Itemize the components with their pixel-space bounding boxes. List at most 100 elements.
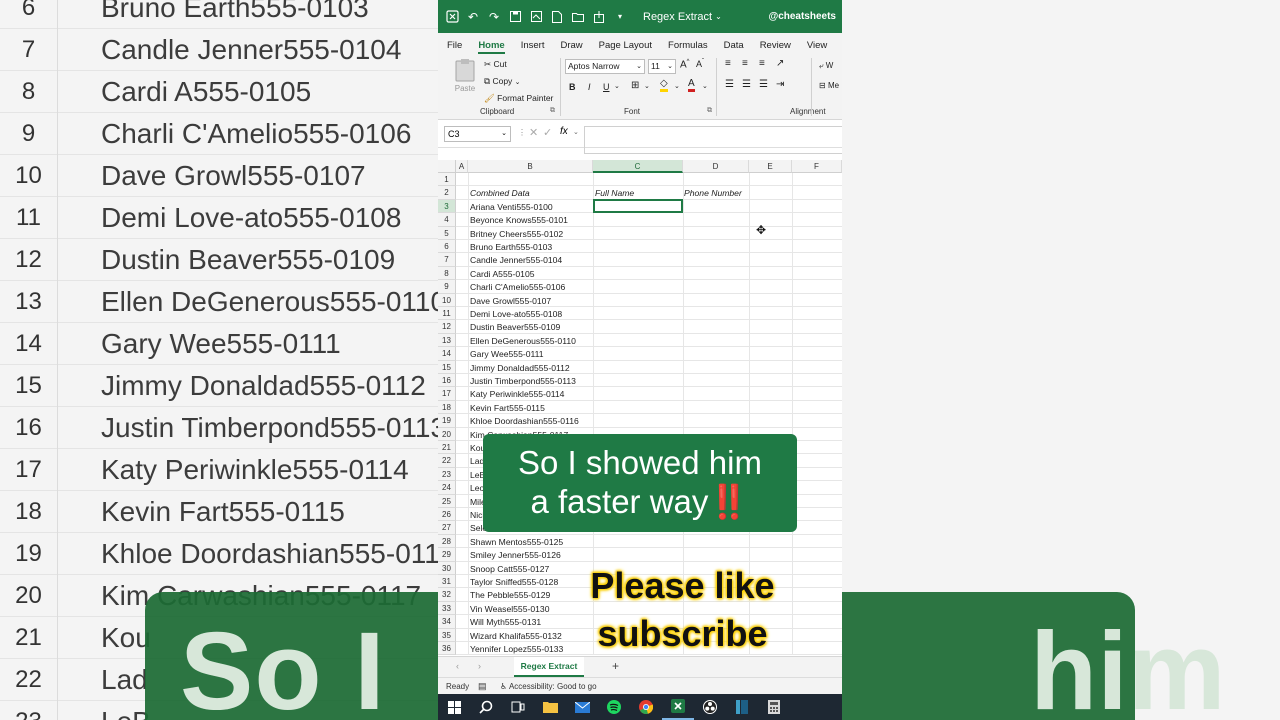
row-header[interactable]: 17 [438, 387, 456, 401]
row-header[interactable]: 25 [438, 494, 456, 508]
combined-data-cell[interactable]: Ellen DeGenerous555-0110 [470, 336, 576, 346]
prev-sheet-icon[interactable]: ‹ [456, 661, 459, 671]
row-header[interactable]: 29 [438, 548, 456, 562]
row-header[interactable]: 9 [438, 280, 456, 294]
italic-button[interactable]: I [588, 82, 591, 92]
paste-button[interactable]: Paste [452, 58, 478, 100]
name-box[interactable]: C3 ⌄ [444, 126, 511, 142]
combined-data-cell[interactable]: Charli C'Amelio555-0106 [470, 282, 565, 292]
row-header[interactable]: 5 [438, 226, 456, 240]
bold-button[interactable]: B [569, 82, 576, 92]
decrease-font-icon[interactable]: Aˇ [696, 59, 704, 69]
row-header[interactable]: 32 [438, 588, 456, 602]
row-header[interactable]: 35 [438, 628, 456, 642]
share-icon[interactable] [591, 9, 607, 25]
tab-review[interactable]: Review [760, 40, 791, 54]
combined-data-cell[interactable]: Shawn Mentos555-0125 [470, 537, 563, 547]
row-header[interactable]: 26 [438, 508, 456, 522]
table-row[interactable] [456, 173, 842, 187]
row-header[interactable]: 6 [438, 240, 456, 254]
increase-font-icon[interactable]: A^ [680, 59, 690, 70]
row-header[interactable]: 22 [438, 454, 456, 468]
tab-view[interactable]: View [807, 40, 827, 54]
column-header-b[interactable]: B [468, 160, 593, 173]
tab-file[interactable]: File [447, 40, 462, 54]
row-header[interactable]: 31 [438, 575, 456, 589]
row-header[interactable]: 10 [438, 293, 456, 307]
align-top-icon[interactable]: ≡ [725, 58, 731, 69]
next-sheet-icon[interactable]: › [478, 661, 481, 671]
formula-input[interactable] [584, 126, 842, 154]
row-header[interactable]: 28 [438, 534, 456, 549]
combined-data-cell[interactable]: Demi Love-ato555-0108 [470, 309, 562, 319]
merge-button[interactable]: ⊟ Me [819, 81, 839, 90]
column-header-c[interactable]: C [593, 160, 683, 173]
clipboard-launcher-icon[interactable]: ⧉ [550, 107, 555, 115]
row-header[interactable]: 30 [438, 561, 456, 575]
combined-data-cell[interactable]: Justin Timberpond555-0113 [470, 376, 576, 386]
app-icon[interactable] [726, 694, 758, 720]
column-header-f[interactable]: F [792, 160, 842, 173]
obs-icon[interactable] [694, 694, 726, 720]
format-painter-button[interactable]: 🖌 Format Painter [484, 93, 553, 104]
combined-data-cell[interactable]: Kevin Fart555-0115 [470, 403, 545, 413]
indent-icon[interactable]: ⇥ [776, 79, 784, 90]
row-header[interactable]: 3 [438, 199, 456, 214]
save-icon[interactable] [507, 9, 523, 25]
combined-data-cell[interactable]: Candle Jenner555-0104 [470, 255, 562, 265]
combined-data-cell[interactable]: Dave Growl555-0107 [470, 296, 551, 306]
row-header[interactable]: 24 [438, 481, 456, 495]
phone-number-header[interactable]: Phone Number [684, 188, 742, 198]
chrome-icon[interactable] [630, 694, 662, 720]
combined-data-cell[interactable]: Ariana Venti555-0100 [470, 202, 553, 212]
row-header[interactable]: 7 [438, 253, 456, 267]
font-size-select[interactable]: 11 ⌄ [648, 59, 676, 74]
workbook-title[interactable]: Regex Extract [643, 11, 712, 23]
combined-data-cell[interactable]: Khloe Doordashian555-0116 [470, 416, 579, 426]
cut-button[interactable]: ✂ Cut [484, 59, 507, 70]
combined-data-cell[interactable]: Wizard Khalifa555-0132 [470, 631, 562, 641]
formula-menu-icon[interactable]: ⋮ [518, 128, 526, 137]
insert-function-icon[interactable]: fx [560, 126, 568, 137]
active-cell-c3[interactable] [593, 198, 683, 214]
form-icon[interactable] [528, 9, 544, 25]
combined-data-cell[interactable]: Vin Weasel555-0130 [470, 604, 549, 614]
row-header[interactable]: 1 [438, 173, 456, 187]
open-folder-icon[interactable] [570, 9, 586, 25]
align-bottom-icon[interactable]: ≡ [759, 58, 765, 69]
align-right-icon[interactable]: ☰ [759, 79, 768, 90]
orientation-icon[interactable]: ↗ [776, 58, 784, 69]
full-name-header[interactable]: Full Name [595, 188, 634, 198]
row-header[interactable]: 4 [438, 213, 456, 227]
mail-icon[interactable] [566, 694, 598, 720]
combined-data-cell[interactable]: Gary Wee555-0111 [470, 349, 544, 359]
excel-taskbar-icon[interactable] [662, 694, 694, 720]
combined-data-cell[interactable]: Smiley Jenner555-0126 [470, 550, 561, 560]
combined-data-cell[interactable]: Cardi A555-0105 [470, 269, 535, 279]
combined-data-cell[interactable]: Dustin Beaver555-0109 [470, 322, 560, 332]
file-explorer-icon[interactable] [534, 694, 566, 720]
row-header[interactable]: 2 [438, 186, 456, 200]
combined-data-cell[interactable]: The Pebble555-0129 [470, 590, 550, 600]
row-header[interactable]: 14 [438, 347, 456, 361]
spotify-icon[interactable] [598, 694, 630, 720]
tab-page-layout[interactable]: Page Layout [599, 40, 652, 54]
row-header[interactable]: 36 [438, 642, 456, 656]
underline-button[interactable]: U [603, 82, 610, 92]
column-header-e[interactable]: E [749, 160, 792, 173]
task-view-icon[interactable] [502, 694, 534, 720]
combined-data-cell[interactable]: Bruno Earth555-0103 [470, 242, 552, 252]
borders-icon[interactable]: ⊞ [631, 80, 639, 91]
new-file-icon[interactable] [549, 9, 565, 25]
calculator-icon[interactable] [758, 694, 790, 720]
combined-data-cell[interactable]: Katy Periwinkle555-0114 [470, 389, 564, 399]
cancel-icon[interactable]: ✕ [529, 126, 538, 139]
combined-data-cell[interactable]: Taylor Sniffed555-0128 [470, 577, 558, 587]
font-launcher-icon[interactable]: ⧉ [707, 107, 712, 115]
combined-data-cell[interactable]: Will Myth555-0131 [470, 617, 541, 627]
row-header[interactable]: 13 [438, 333, 456, 348]
redo-icon[interactable]: ↷ [486, 9, 502, 25]
row-header[interactable]: 12 [438, 320, 456, 334]
combined-data-header[interactable]: Combined Data [470, 188, 530, 198]
combined-data-cell[interactable]: Jimmy Donaldad555-0112 [470, 363, 570, 373]
